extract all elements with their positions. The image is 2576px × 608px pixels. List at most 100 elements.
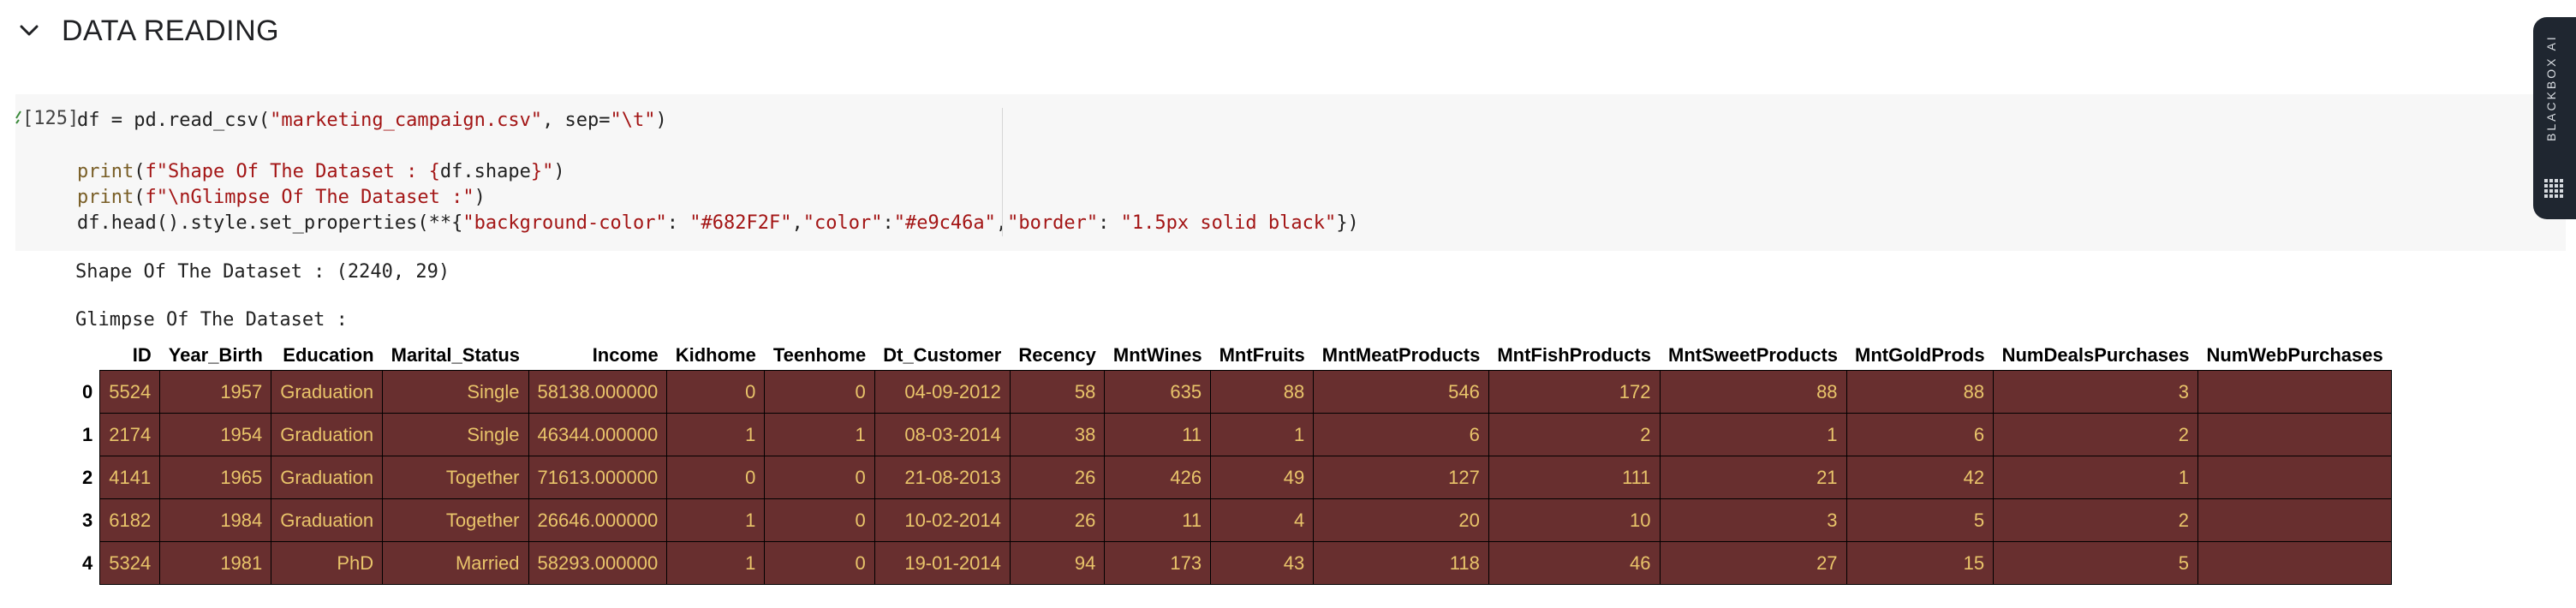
table-row: 2 4141 1965 Graduation Together 71613.000000 0… — [75, 456, 2393, 499]
code-token: ( — [134, 161, 146, 182]
code-line: df.head().style.set_properties(**{"backg… — [77, 211, 1359, 236]
table-cell: 21-08-2013 — [874, 456, 1011, 499]
code-token: df.head().style.set_properties(**{ — [77, 212, 463, 234]
column-header: MntGoldProds — [1846, 340, 1994, 371]
section-title: DATA READING — [62, 14, 280, 47]
table-cell: 426 — [1104, 456, 1212, 499]
table-cell: 42 — [1846, 456, 1995, 499]
table-cell: Graduation — [271, 370, 384, 414]
table-cell: 88 — [1210, 370, 1315, 414]
code-token: , sep= — [542, 110, 611, 131]
code-cell[interactable]: [125] df = pd.read_csv("marketing_campai… — [15, 94, 2566, 251]
table-cell: 111 — [1488, 456, 1661, 499]
code-token: }" — [530, 161, 554, 182]
table-cell: 04-09-2012 — [874, 370, 1011, 414]
table-cell: 127 — [1313, 456, 1489, 499]
table-cell — [2197, 370, 2393, 414]
column-header: Teenhome — [764, 340, 875, 371]
dataframe-table: ID Year_Birth Education Marital_Status Incom… — [75, 340, 2393, 585]
table-cell: 19-01-2014 — [874, 541, 1011, 585]
code-token: print — [77, 161, 134, 182]
column-header: MntFishProducts — [1488, 340, 1661, 371]
code-token: ) — [655, 110, 667, 131]
index-header — [75, 340, 100, 371]
table-cell: 172 — [1488, 370, 1661, 414]
table-cell: 15 — [1846, 541, 1995, 585]
table-cell: 26 — [1009, 498, 1106, 542]
code-token: : — [1098, 212, 1121, 234]
table-cell: 635 — [1104, 370, 1212, 414]
table-cell — [2197, 456, 2393, 499]
table-cell: 94 — [1009, 541, 1106, 585]
table-cell: 0 — [764, 498, 875, 542]
table-cell: 0 — [764, 370, 875, 414]
table-cell — [2197, 541, 2393, 585]
table-cell: 2 — [1488, 413, 1661, 456]
column-header: Education — [271, 340, 383, 371]
row-index: 0 — [75, 370, 100, 414]
table-cell: 2 — [1993, 498, 2198, 542]
table-cell: 546 — [1313, 370, 1489, 414]
code-token: f"Shape Of The Dataset : { — [145, 161, 440, 182]
table-cell: 6 — [1846, 413, 1995, 456]
table-cell: Single — [382, 413, 529, 456]
table-cell: 1 — [764, 413, 875, 456]
table-cell: 27 — [1659, 541, 1847, 585]
code-token: "\t" — [610, 110, 656, 131]
blackbox-logo-icon — [2544, 179, 2563, 198]
table-cell: 1 — [666, 498, 766, 542]
code-line: print(f"\nGlimpse Of The Dataset :") — [77, 185, 1359, 211]
table-cell: 0 — [764, 456, 875, 499]
table-cell — [2197, 498, 2393, 542]
table-cell: 4141 — [99, 456, 161, 499]
code-token: "#e9c46a" — [893, 212, 996, 234]
table-cell: 21 — [1659, 456, 1847, 499]
table-cell: 5524 — [99, 370, 161, 414]
code-token: : — [882, 212, 894, 234]
code-token: f"\nGlimpse Of The Dataset :" — [145, 187, 474, 208]
table-cell: Graduation — [271, 456, 384, 499]
table-cell: 0 — [764, 541, 875, 585]
table-cell: 5 — [1846, 498, 1995, 542]
table-cell: 1 — [666, 541, 766, 585]
blackbox-ai-tab[interactable]: BLACKBOX AI — [2533, 17, 2576, 219]
column-header: ID — [99, 340, 160, 371]
table-cell: 2174 — [99, 413, 161, 456]
table-cell: 26646.000000 — [528, 498, 668, 542]
table-cell: 3 — [1659, 498, 1847, 542]
output-glimpse-text: Glimpse Of The Dataset : — [75, 309, 348, 331]
table-cell: 58293.000000 — [528, 541, 668, 585]
table-cell: 4 — [1210, 498, 1315, 542]
chevron-down-icon[interactable] — [15, 17, 43, 45]
code-token: : — [666, 212, 690, 234]
table-header-row: ID Year_Birth Education Marital_Status Incom… — [75, 340, 2392, 371]
code-token: df = pd.read_csv( — [77, 110, 271, 131]
code-editor[interactable]: df = pd.read_csv("marketing_campaign.csv… — [77, 108, 1359, 236]
table-cell: 0 — [666, 370, 766, 414]
output-shape-text: Shape Of The Dataset : (2240, 29) — [75, 261, 450, 283]
table-cell: 1 — [666, 413, 766, 456]
code-token: }) — [1336, 212, 1359, 234]
table-cell: Together — [382, 498, 529, 542]
table-cell: 1 — [1659, 413, 1847, 456]
row-index: 1 — [75, 413, 100, 456]
table-cell: 10-02-2014 — [874, 498, 1011, 542]
code-token: "1.5px solid black" — [1120, 212, 1337, 234]
table-cell: 5 — [1993, 541, 2198, 585]
column-header: Kidhome — [666, 340, 765, 371]
column-header: Dt_Customer — [874, 340, 1011, 371]
table-cell: Together — [382, 456, 529, 499]
code-line: df = pd.read_csv("marketing_campaign.csv… — [77, 108, 1359, 134]
code-token: "marketing_campaign.csv" — [270, 110, 543, 131]
column-header: NumWebPurchases — [2197, 340, 2392, 371]
table-cell: 3 — [1993, 370, 2198, 414]
row-index: 2 — [75, 456, 100, 499]
column-header: MntSweetProducts — [1660, 340, 1847, 371]
table-cell: 43 — [1210, 541, 1315, 585]
table-cell: 1 — [1993, 456, 2198, 499]
table-cell — [2197, 413, 2393, 456]
code-token: ) — [474, 187, 486, 208]
blackbox-ai-label: BLACKBOX AI — [2544, 34, 2558, 141]
table-row: 3 6182 1984 Graduation Together 26646.000000 1… — [75, 498, 2393, 542]
table-cell: 46344.000000 — [528, 413, 668, 456]
